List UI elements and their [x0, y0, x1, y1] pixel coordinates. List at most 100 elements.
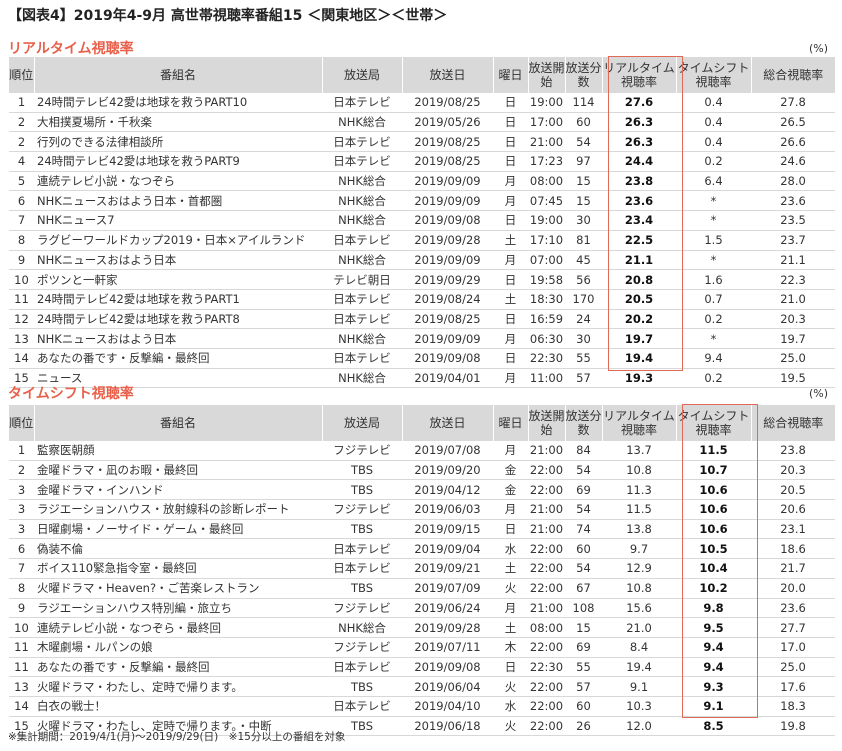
- rank-cell: 10: [9, 269, 34, 290]
- total-rating-cell: 19.8: [751, 716, 835, 737]
- table-row: 9 ラジエーションハウス特別編・旅立ち フジテレビ 2019/06/24 月 21:00 1…: [9, 598, 835, 619]
- timeshift-rating-cell: 0.4: [676, 112, 751, 133]
- timeshift-rating-cell: 9.5: [676, 617, 751, 638]
- timeshift-rating-cell: 10.6: [676, 479, 751, 501]
- day-cell: 日: [493, 131, 528, 153]
- realtime-rating-cell: 13.8: [602, 519, 676, 540]
- date-cell: 2019/09/20: [402, 460, 493, 481]
- rank-cell: 11: [9, 657, 34, 678]
- minutes-cell: 56: [565, 269, 602, 290]
- station-cell: NHK総合: [322, 112, 402, 133]
- realtime-rating-cell: 12.0: [602, 716, 676, 737]
- station-cell: 日本テレビ: [322, 657, 402, 678]
- minutes-cell: 81: [565, 230, 602, 251]
- timeshift-rating-cell: 1.6: [676, 269, 751, 290]
- start-time-cell: 22:00: [528, 479, 565, 501]
- program-cell: 連続テレビ小説・なつぞら・最終回: [34, 617, 322, 638]
- header-station: 放送局: [322, 57, 403, 93]
- realtime-unit-label: (%): [808, 42, 828, 55]
- date-cell: 2019/08/25: [402, 309, 493, 330]
- start-time-cell: 17:23: [528, 151, 565, 172]
- realtime-rating-cell: 20.5: [602, 289, 676, 310]
- header-day: 曜日: [493, 57, 529, 93]
- timeshift-rating-cell: 0.7: [676, 289, 751, 310]
- table-row: 14 白衣の戦士！ 日本テレビ 2019/04/10 水 22:00 60 10.3 9.1 18…: [9, 696, 835, 717]
- timeshift-rating-cell: 1.5: [676, 230, 751, 251]
- realtime-ranking-table: 順位 番組名 放送局 放送日 曜日 放送開始 放送分数 リアルタイム視聴率 タイ…: [9, 57, 835, 389]
- header-realtime: リアルタイム視聴率: [602, 57, 677, 93]
- realtime-rating-cell: 23.8: [602, 171, 676, 192]
- total-rating-cell: 19.5: [751, 368, 835, 389]
- realtime-rating-cell: 22.5: [602, 230, 676, 251]
- realtime-rating-cell: 23.6: [602, 190, 676, 212]
- program-cell: 金曜ドラマ・凪のお暇・最終回: [34, 460, 322, 481]
- table-row: 8 火曜ドラマ・Heaven?・ご苦楽レストラン TBS 2019/07/09 火 22:…: [9, 578, 835, 599]
- table-row: 9 NHKニュースおはよう日本 NHK総合 2019/09/09 月 07:00 45 21.…: [9, 250, 835, 271]
- date-cell: 2019/09/08: [402, 348, 493, 369]
- station-cell: NHK総合: [322, 328, 402, 349]
- day-cell: 土: [493, 230, 528, 251]
- realtime-rating-cell: 19.7: [602, 328, 676, 349]
- start-time-cell: 17:10: [528, 230, 565, 251]
- day-cell: 土: [493, 289, 528, 310]
- total-rating-cell: 21.1: [751, 250, 835, 271]
- station-cell: NHK総合: [322, 250, 402, 271]
- date-cell: 2019/09/08: [402, 657, 493, 678]
- station-cell: NHK総合: [322, 617, 402, 638]
- timeshift-rating-cell: *: [676, 190, 751, 212]
- start-time-cell: 21:00: [528, 499, 565, 520]
- start-time-cell: 21:00: [528, 441, 565, 461]
- start-time-cell: 22:00: [528, 637, 565, 658]
- program-cell: 監察医朝顔: [34, 441, 322, 461]
- program-cell: ラジエーションハウス・放射線科の診断レポート: [34, 499, 322, 520]
- start-time-cell: 19:00: [528, 93, 565, 113]
- table-row: 1 24時間テレビ42愛は地球を救うPART10 日本テレビ 2019/08/25 日 1…: [9, 93, 835, 113]
- timeshift-rating-cell: 9.4: [676, 348, 751, 369]
- station-cell: 日本テレビ: [322, 309, 402, 330]
- timeshift-ranking-table: 順位 番組名 放送局 放送日 曜日 放送開始 放送分数 リアルタイム視聴率 タイ…: [9, 405, 835, 737]
- total-rating-cell: 18.3: [751, 696, 835, 717]
- minutes-cell: 54: [565, 131, 602, 153]
- date-cell: 2019/04/12: [402, 479, 493, 501]
- minutes-cell: 15: [565, 617, 602, 638]
- timeshift-rating-cell: 0.2: [676, 309, 751, 330]
- table-row: 5 連続テレビ小説・なつぞら NHK総合 2019/09/09 月 08:00 15 23.8…: [9, 171, 835, 192]
- realtime-rating-cell: 24.4: [602, 151, 676, 172]
- realtime-rating-cell: 11.5: [602, 499, 676, 520]
- table-row: 8 ラグビーワールドカップ2019・日本×アイルランド 日本テレビ 2019/09/2…: [9, 230, 835, 251]
- total-rating-cell: 20.5: [751, 479, 835, 501]
- total-rating-cell: 23.5: [751, 210, 835, 231]
- header-day: 曜日: [493, 405, 529, 441]
- date-cell: 2019/06/24: [402, 598, 493, 619]
- table-row: 13 火曜ドラマ・わたし、定時で帰ります。 TBS 2019/06/04 火 22:00 5…: [9, 676, 835, 697]
- table-row: 6 偽装不倫 日本テレビ 2019/09/04 水 22:00 60 9.7 10.5 18.6: [9, 538, 835, 560]
- rank-cell: 3: [9, 479, 34, 501]
- total-rating-cell: 20.3: [751, 309, 835, 330]
- station-cell: フジテレビ: [322, 441, 402, 461]
- header-start: 放送開始: [528, 57, 566, 93]
- table-row: 4 24時間テレビ42愛は地球を救うPART9 日本テレビ 2019/08/25 日 17…: [9, 151, 835, 172]
- minutes-cell: 60: [565, 538, 602, 560]
- date-cell: 2019/09/29: [402, 269, 493, 290]
- header-total: 総合視聴率: [751, 57, 835, 93]
- total-rating-cell: 25.0: [751, 348, 835, 369]
- rank-cell: 13: [9, 676, 34, 697]
- station-cell: 日本テレビ: [322, 696, 402, 717]
- date-cell: 2019/09/04: [402, 538, 493, 560]
- minutes-cell: 24: [565, 309, 602, 330]
- total-rating-cell: 23.6: [751, 190, 835, 212]
- minutes-cell: 15: [565, 171, 602, 192]
- total-rating-cell: 28.0: [751, 171, 835, 192]
- program-cell: 24時間テレビ42愛は地球を救うPART9: [34, 151, 322, 172]
- start-time-cell: 19:58: [528, 269, 565, 290]
- start-time-cell: 08:00: [528, 171, 565, 192]
- timeshift-rating-cell: *: [676, 328, 751, 349]
- table-row: 11 あなたの番です・反撃編・最終回 日本テレビ 2019/09/08 日 22:30 55…: [9, 657, 835, 678]
- day-cell: 月: [493, 441, 528, 461]
- date-cell: 2019/06/03: [402, 499, 493, 520]
- station-cell: NHK総合: [322, 190, 402, 212]
- rank-cell: 2: [9, 131, 34, 153]
- rank-cell: 2: [9, 112, 34, 133]
- timeshift-rating-cell: 0.4: [676, 93, 751, 113]
- table-row: 6 NHKニュースおはよう日本・首都圏 NHK総合 2019/09/09 月 07:45 1…: [9, 190, 835, 212]
